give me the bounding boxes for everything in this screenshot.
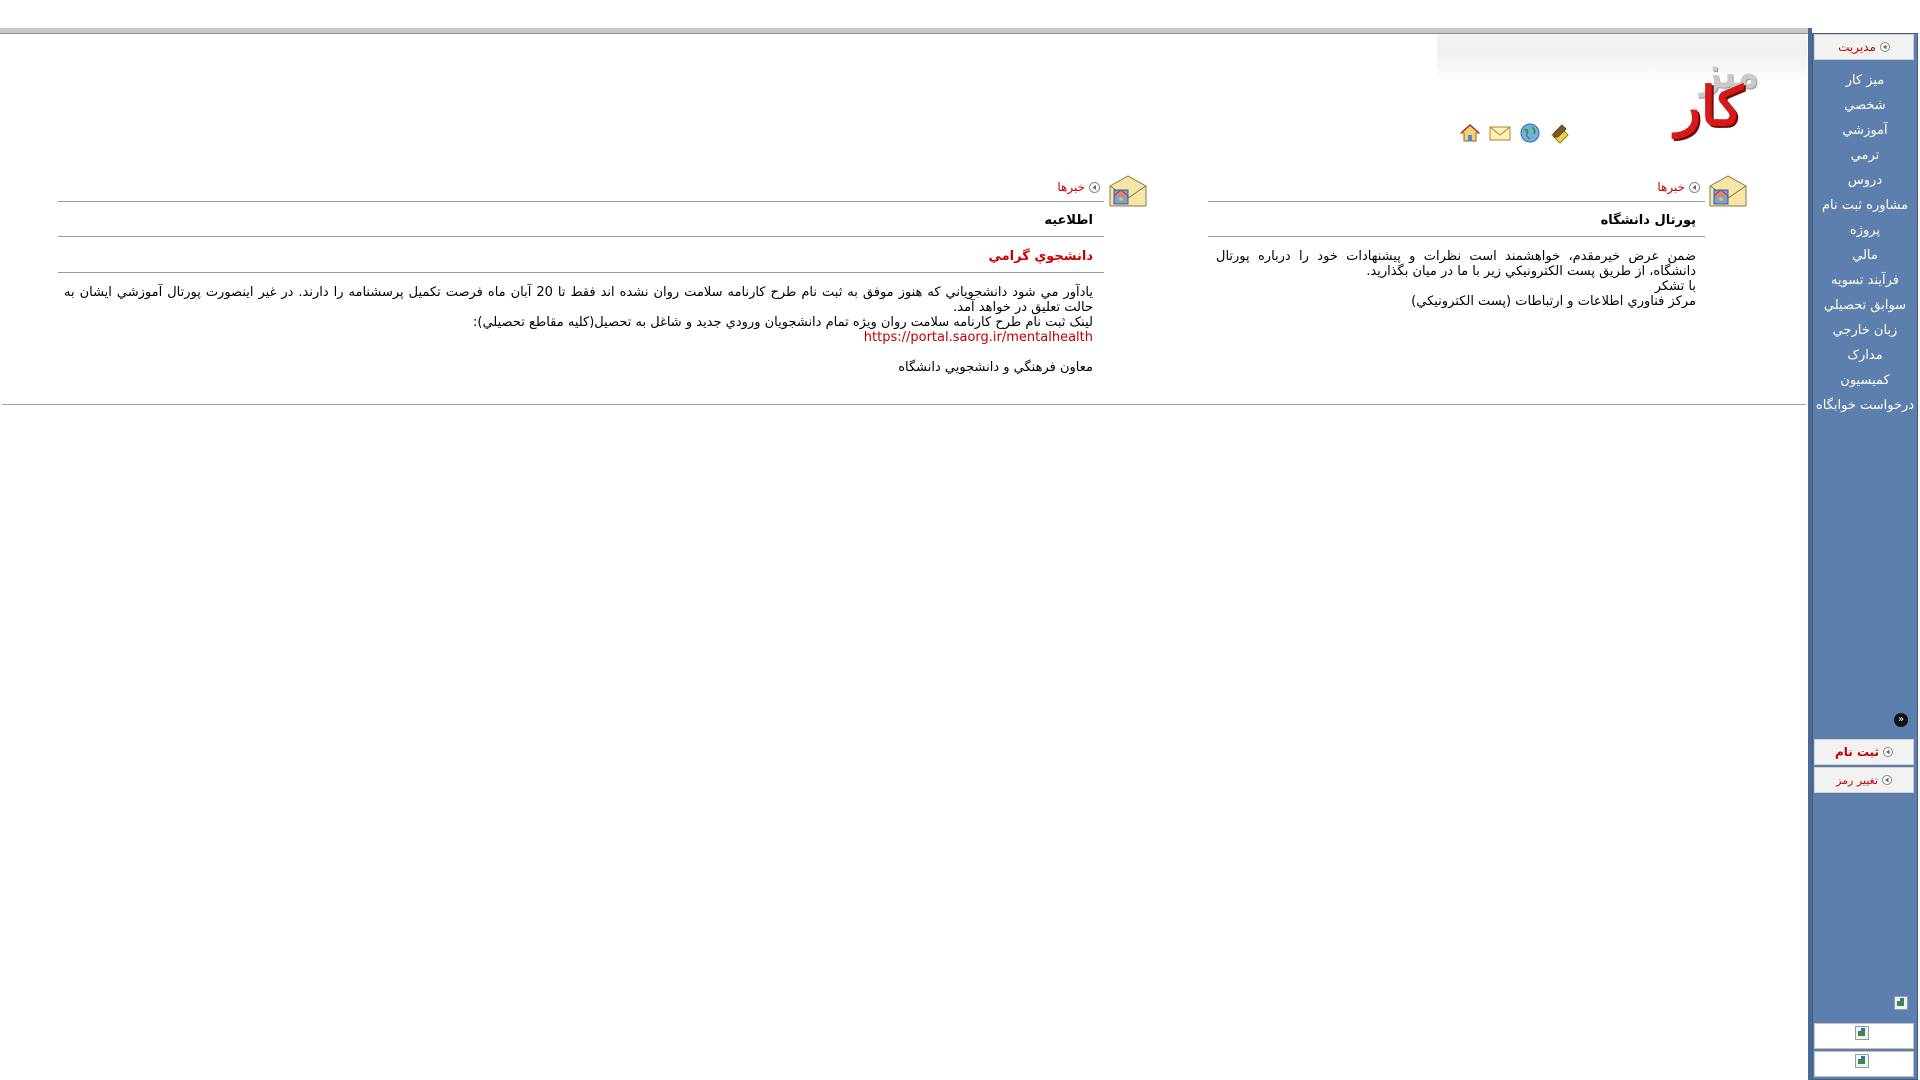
arrow-left-icon [1879,42,1890,52]
sidebar-menu: ميز کار شخصي آموزشي ترمي دروس مشاوره ثبت… [1812,68,1918,418]
panel-left-title[interactable]: خبرها [1040,180,1100,194]
sidebar-change-password-label: تغيير رمز [1836,773,1878,787]
sidebar-item-documents[interactable]: مدارک [1812,343,1918,368]
panel-left-divider-2 [58,236,1104,237]
toolbar [1458,120,1576,146]
panel-right-divider [1208,201,1705,202]
content-bottom-divider [2,404,1806,405]
broken-image-icon [1894,996,1908,1010]
panel-left-body-line: لينک ثبت نام طرح کارنامه سلامت روان ويژه… [473,315,1093,330]
panel-left-body-line: يادآور مي شود دانشجوياني که هنوز موفق به… [64,285,1093,315]
sidebar-change-password[interactable]: تغيير رمز [1814,767,1914,793]
panel-right-title[interactable]: خبرها [1640,180,1700,194]
arrow-left-icon [1089,181,1100,193]
sidebar-item-courses[interactable]: دروس [1812,168,1918,193]
sidebar-item-registration-advice[interactable]: مشاوره ثبت نام [1812,193,1918,218]
sidebar-item-semester[interactable]: ترمي [1812,143,1918,168]
sidebar-item-academic-history[interactable]: سوابق تحصيلي [1812,293,1918,318]
sidebar-item-foreign-language[interactable]: زبان خارجي [1812,318,1918,343]
panel-right-body-line: مرکز فناوري اطلاعات و ارتباطات (پست الکت… [1411,294,1696,309]
panel-right-body-line: ضمن عرض خيرمقدم، خواهشمند است نظرات و پي… [1216,249,1696,279]
sidebar-item-settlement[interactable]: فرآيند تسويه [1812,268,1918,293]
news-icon [1109,175,1147,207]
edit-icon[interactable] [1548,121,1572,145]
broken-image-icon [1855,1026,1869,1040]
panel-right-title-label: خبرها [1657,180,1685,194]
home-icon[interactable] [1458,121,1482,145]
mental-health-link[interactable]: https://portal.saorg.ir/mentalhealth [864,330,1093,345]
arrow-left-icon [1689,181,1700,193]
sidebar-header-label: مدیریت [1838,40,1876,54]
collapse-double-chevron-icon[interactable]: » [1894,713,1908,727]
mail-icon[interactable] [1488,121,1512,145]
panel-right-body: ضمن عرض خيرمقدم، خواهشمند است نظرات و پي… [1216,249,1696,309]
panel-left-heading: اطلاعيه [1044,213,1093,228]
panel-left-divider [58,201,1104,202]
sidebar-registration-label: ثبت نام [1834,745,1880,759]
panel-left-divider-3 [58,272,1104,273]
logo-line-2: كار [1674,74,1743,138]
sidebar-item-financial[interactable]: مالي [1812,243,1918,268]
sidebar-item-project[interactable]: پروژه [1812,218,1918,243]
panel-right-heading: پورتال دانشگاه [1600,213,1696,228]
panel-left-title-label: خبرها [1057,180,1085,194]
sidebar-item-dormitory-request[interactable]: درخواست خوابگاه [1812,393,1918,418]
sidebar-registration[interactable]: ثبت نام [1814,739,1914,765]
broken-image-icon [1855,1054,1869,1068]
sidebar-item-educational[interactable]: آموزشي [1812,118,1918,143]
sidebar-item-commission[interactable]: کميسيون [1812,368,1918,393]
panel-right-body-line: با تشکر [1654,279,1696,294]
desk-logo: ميز كار [1655,48,1765,138]
arrow-left-icon [1883,747,1894,757]
sidebar-item-personal[interactable]: شخصي [1812,93,1918,118]
sidebar-header-management[interactable]: مدیریت [1814,34,1914,60]
panel-left-body: يادآور مي شود دانشجوياني که هنوز موفق به… [64,285,1093,375]
sidebar-item-desk[interactable]: ميز کار [1812,68,1918,93]
panel-left-subheading: دانشجوي گرامي [988,249,1093,264]
panel-right-divider-2 [1208,236,1705,237]
panel-left-signature: معاون فرهنگي و دانشجويي دانشگاه [898,360,1093,375]
globe-icon[interactable] [1518,121,1542,145]
arrow-left-icon [1881,775,1892,785]
news-icon [1709,175,1747,207]
